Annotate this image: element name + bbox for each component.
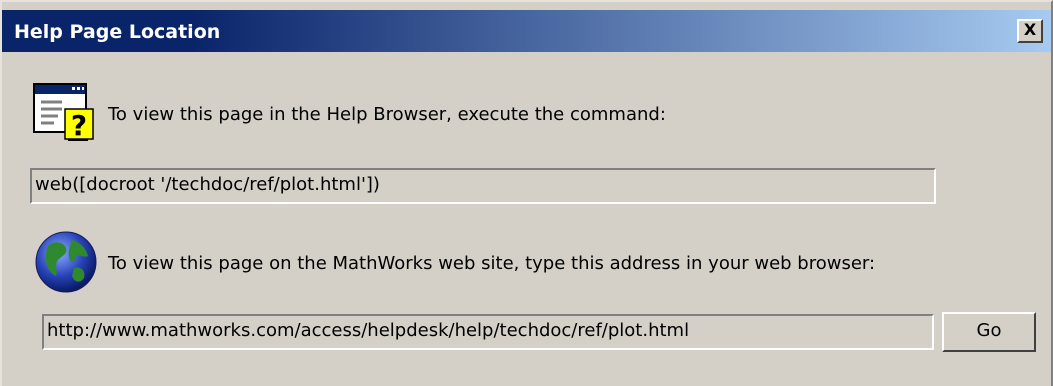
go-button[interactable]: Go — [942, 312, 1036, 352]
close-button[interactable]: X — [1017, 19, 1043, 43]
url-field[interactable]: http://www.mathworks.com/access/helpdesk… — [42, 314, 934, 350]
title-bar[interactable]: Help Page Location X — [2, 10, 1051, 52]
help-page-location-dialog: Help Page Location X ? To view this page… — [0, 0, 1053, 386]
help-browser-instruction: To view this page in the Help Browser, e… — [108, 104, 666, 125]
svg-text:?: ? — [71, 109, 87, 142]
window-title: Help Page Location — [14, 21, 221, 43]
help-window-icon: ? — [32, 82, 98, 148]
globe-icon — [34, 230, 100, 296]
command-field[interactable]: web([docroot '/techdoc/ref/plot.html']) — [30, 168, 936, 204]
web-site-instruction: To view this page on the MathWorks web s… — [108, 253, 876, 274]
